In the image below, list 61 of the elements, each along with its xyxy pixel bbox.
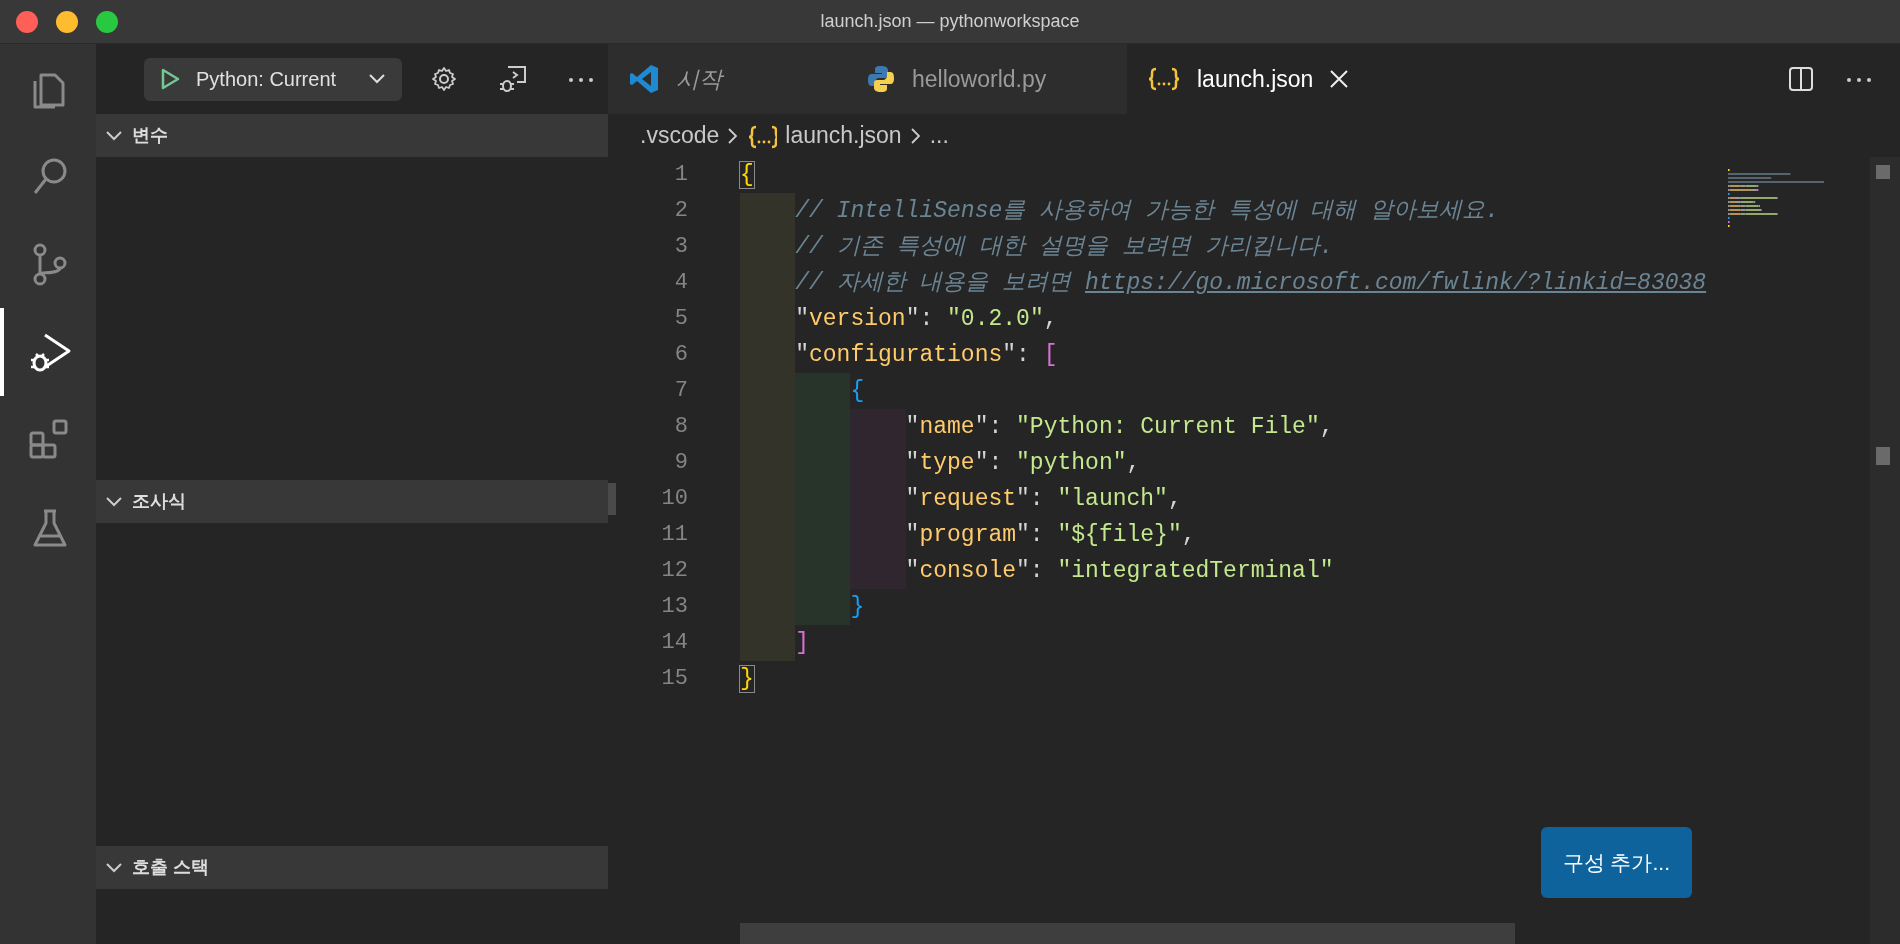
section-header[interactable]: 조사식 [96,480,608,523]
python-logo-icon [866,64,896,94]
link[interactable]: https://go.microsoft.com/fwlink/?linkid=83038 [1085,270,1707,296]
breadcrumb-item[interactable]: launch.json [785,118,902,153]
more-icon [1846,75,1872,84]
line-number: 9 [674,450,688,475]
line-number: 7 [674,378,688,403]
line-number: 11 [661,522,688,547]
chevron-right-icon [909,125,922,146]
code-line: // IntelliSense를 사용하여 가능한 특성에 대해 알아보세요. [740,193,1500,229]
code-line: "request": "launch", [740,481,1182,517]
more-icon [568,75,594,84]
code-line: // 자세한 내용을 보려면 https://go.microsoft.com/fwlink/?linkid=83038 [740,265,1707,301]
line-number: 6 [674,342,688,367]
scrollbar-thumb[interactable] [1876,447,1890,465]
code-line: // 기존 특성에 대한 설명을 보려면 가리킵니다. [740,229,1334,265]
breadcrumb-item[interactable]: .vscode [640,118,720,153]
section-header[interactable]: 호출 스택 [96,846,608,889]
line-number: 2 [674,198,688,223]
close-button[interactable] [16,11,38,33]
line-number: 3 [674,234,688,259]
scrollbar-thumb[interactable] [1876,165,1890,179]
chevron-right-icon [727,125,740,146]
code-line: { [740,373,865,409]
editor-tab[interactable]: 시작 [608,44,846,114]
code-line: "version": "0.2.0", [740,301,1058,337]
line-number: 13 [661,594,688,619]
zoom-button[interactable] [96,11,118,33]
line-number: 15 [661,666,688,691]
code-line: { [740,161,754,190]
debug-console-icon [498,64,528,94]
breadcrumb-item[interactable]: ... [929,118,949,153]
close-icon[interactable] [1329,69,1350,89]
line-number: 5 [674,306,688,331]
code-line: "name": "Python: Current File", [740,409,1334,445]
vscode-logo-icon [628,63,660,95]
section-header[interactable]: 변수 [96,114,608,157]
code-line: "configurations": [ [740,337,1058,373]
json-braces-icon [1147,65,1181,93]
chevron-down-icon [368,73,386,85]
line-number: 10 [661,486,688,511]
gear-icon [430,65,458,93]
add-configuration-button[interactable]: 구성 추가... [1540,826,1692,898]
code-line: } [740,589,865,625]
line-number: 1 [674,162,688,187]
configuration-dropdown[interactable]: Python: Current [144,57,402,101]
code-line: ] [740,625,809,661]
line-number: 4 [674,270,688,295]
line-number: 12 [661,558,688,583]
line-number: 14 [661,630,688,655]
split-editor-icon [1788,66,1814,92]
code-line: "console": "integratedTerminal" [740,553,1334,589]
window-title: launch.json — pythonworkspace [820,10,1080,33]
code-line: "type": "python", [740,445,1141,481]
code-line: "program": "${file}", [740,517,1196,553]
horizontal-scrollbar[interactable] [740,923,1515,944]
minimize-button[interactable] [56,11,78,33]
play-icon [160,67,180,91]
line-number: 8 [674,414,688,439]
code-line: } [740,665,754,694]
editor-tab[interactable]: helloworld.py [846,44,1127,114]
